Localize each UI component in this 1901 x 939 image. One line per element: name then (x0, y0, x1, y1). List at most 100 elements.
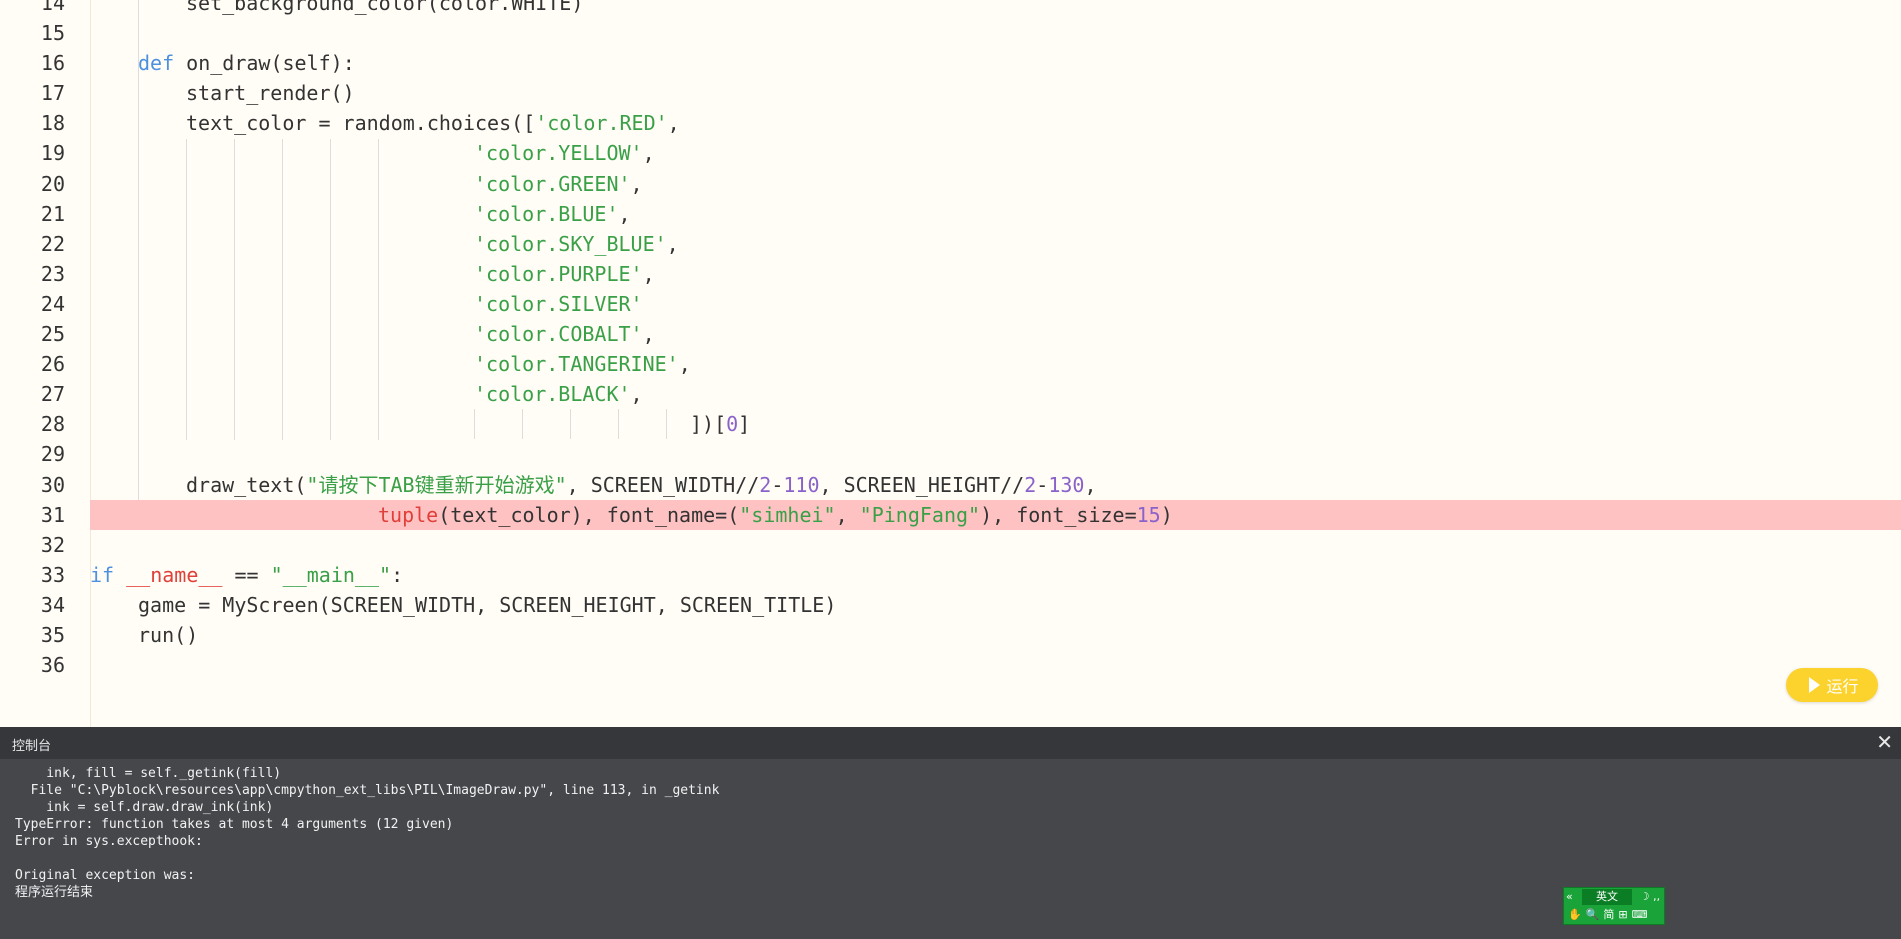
close-icon[interactable]: ✕ (1876, 732, 1893, 752)
code-line[interactable]: 21 'color.BLUE', (0, 199, 1901, 229)
line-number-cell: 33 (0, 560, 90, 590)
punctuation-icon[interactable]: ☽ ‚‚ (1640, 888, 1660, 906)
play-icon (1809, 677, 1821, 693)
console-line: ink = self.draw.draw_ink(ink) (15, 800, 274, 815)
collapse-icon[interactable]: « (1566, 888, 1573, 906)
line-number-cell: 31 (0, 499, 90, 530)
indent-guide (522, 409, 523, 440)
console-line: Error in sys.excepthook: (15, 834, 203, 849)
indent-guide (330, 138, 331, 440)
line-number-cell: 19 (0, 138, 90, 168)
code-line[interactable]: 20 'color.GREEN', (0, 169, 1901, 199)
line-number-cell: 25 (0, 319, 90, 349)
code-token: , (667, 111, 680, 136)
code-token: 15 (1136, 502, 1161, 527)
code-text: run() (138, 620, 198, 650)
run-button[interactable]: 运行 (1786, 668, 1878, 702)
code-line[interactable]: 36 (0, 650, 1901, 680)
code-token: 130 (1048, 472, 1085, 497)
line-number: 15 (40, 21, 65, 46)
code-line[interactable]: 17 start_render() (0, 78, 1901, 108)
code-text: 'color.SKY_BLUE', (474, 229, 679, 259)
code-editor[interactable]: 14 set_background_color(color.WHITE) 15 16 d… (0, 0, 1901, 727)
code-line[interactable]: 30 draw_text("请按下TAB键重新开始游戏", SCREEN_WIDT… (0, 470, 1901, 500)
code-text: if __name__ == "__main__": (90, 560, 403, 590)
code-line[interactable]: 23 'color.PURPLE', (0, 259, 1901, 289)
code-line-error[interactable]: 31 tuple(text_color), font_name=("simhei"… (0, 499, 1901, 530)
code-token: 2 (1024, 472, 1037, 497)
code-line[interactable]: 33 if __name__ == "__main__": (0, 560, 1901, 590)
code-text: set_background_color(color.WHITE) (186, 0, 583, 18)
line-number-cell: 35 (0, 620, 90, 650)
indent-guide (618, 409, 619, 440)
console-line: File "C:\Pyblock\resources\app\cmpython_… (15, 783, 720, 798)
line-number: 19 (40, 141, 65, 166)
code-line[interactable]: 24 'color.SILVER' (0, 289, 1901, 319)
code-text: tuple(text_color), font_name=("simhei", … (378, 500, 1173, 530)
code-line[interactable]: 18 text_color = random.choices(['color.RE… (0, 108, 1901, 138)
code-token: tuple (378, 502, 439, 527)
code-line[interactable]: 25 'color.COBALT', (0, 319, 1901, 349)
indent-guide (570, 409, 571, 440)
line-number: 22 (40, 231, 65, 256)
code-token: def (138, 51, 175, 76)
line-number-cell: 17 (0, 78, 90, 108)
indent-guide (234, 138, 235, 440)
code-line[interactable]: 34 game = MyScreen(SCREEN_WIDTH, SCREEN_H… (0, 590, 1901, 620)
code-token: , (1084, 472, 1097, 497)
line-number-cell: 24 (0, 289, 90, 319)
code-text: game = MyScreen(SCREEN_WIDTH, SCREEN_HEI… (138, 590, 836, 620)
line-number: 29 (40, 442, 65, 467)
code-token: , (835, 502, 860, 527)
code-token: 'color.RED' (535, 111, 668, 136)
line-number: 21 (40, 201, 65, 226)
code-line[interactable]: 19 'color.YELLOW', (0, 138, 1901, 168)
code-line[interactable]: 22 'color.SKY_BLUE', (0, 229, 1901, 259)
code-line[interactable]: 32 (0, 530, 1901, 560)
line-number: 26 (40, 352, 65, 377)
console-line: Original exception was: (15, 868, 196, 883)
code-token: 'color.GREEN' (474, 171, 631, 196)
line-number-cell: 27 (0, 379, 90, 409)
line-number-cell: 18 (0, 108, 90, 138)
code-token: ] (738, 412, 751, 437)
ime-tools[interactable]: ✋🔍简⊞⌨ (1568, 906, 1652, 924)
code-token: - (771, 472, 784, 497)
code-line[interactable]: 27 'color.BLACK', (0, 379, 1901, 409)
console-header: 控制台 ✕ (0, 727, 1901, 759)
line-number-cell: 22 (0, 229, 90, 259)
code-line[interactable]: 35 run() (0, 620, 1901, 650)
code-line[interactable]: 29 (0, 439, 1901, 469)
code-area[interactable]: 14 set_background_color(color.WHITE) 15 16 d… (0, 0, 1901, 680)
run-button-label: 运行 (1826, 677, 1859, 696)
code-token: , (642, 141, 655, 166)
code-token: __name__ (126, 562, 223, 587)
ime-toolbar[interactable]: « 英文 ☽ ‚‚ ✋🔍简⊞⌨ (1563, 887, 1665, 925)
console-line: ink, fill = self._getink(fill) (15, 766, 282, 781)
code-token: on_draw(self): (174, 51, 355, 76)
code-token: , (642, 322, 655, 347)
code-line[interactable]: 14 set_background_color(color.WHITE) (0, 0, 1901, 18)
code-line[interactable]: 15 (0, 18, 1901, 48)
code-line[interactable]: 28])[0] (0, 409, 1901, 439)
line-number: 20 (40, 171, 65, 196)
code-token: , SCREEN_WIDTH// (566, 472, 760, 497)
code-line[interactable]: 16 def on_draw(self): (0, 48, 1901, 78)
line-number-cell: 23 (0, 259, 90, 289)
code-token: 0 (726, 412, 739, 437)
code-token: text_color = random.choices([ (186, 111, 536, 136)
code-token: 'color.BLUE' (474, 201, 619, 226)
line-number: 35 (40, 622, 65, 647)
code-token: run() (138, 622, 199, 647)
code-token: 110 (783, 472, 820, 497)
ime-mode-toggle[interactable]: 英文 (1582, 889, 1632, 905)
code-token: set_background_color(color.WHITE) (186, 0, 584, 15)
line-number-cell: 28 (0, 409, 90, 439)
code-token: if (90, 562, 115, 587)
line-number: 25 (40, 322, 65, 347)
code-line[interactable]: 26 'color.TANGERINE', (0, 349, 1901, 379)
code-token: 2 (759, 472, 772, 497)
code-text: text_color = random.choices(['color.RED'… (186, 108, 680, 138)
code-token: : (391, 562, 404, 587)
